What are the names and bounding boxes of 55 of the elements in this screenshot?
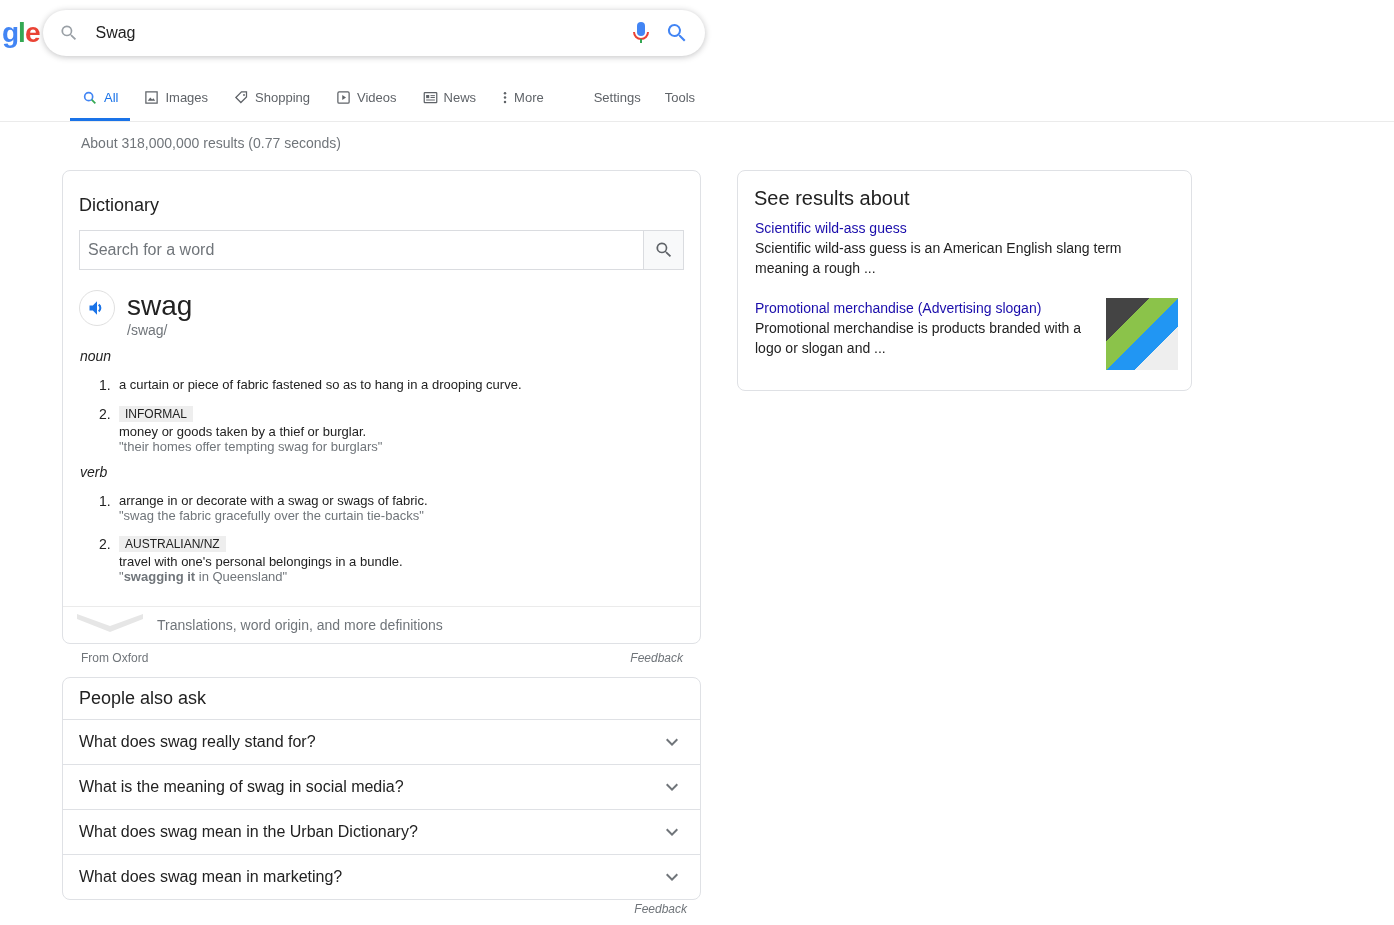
definition-text: money or goods taken by a thief or burglar. [119,424,367,439]
word-search-field[interactable]: Search for a word [79,230,643,270]
headword: swag [127,290,193,322]
question-item[interactable]: What does swag mean in marketing? [63,854,700,899]
question-item[interactable]: What is the meaning of swag in social media? [63,764,700,809]
logo[interactable]: gle [2,17,40,49]
question-item[interactable]: What does swag mean in the Urban Dictionary? [63,809,700,854]
search-tab[interactable]: News [410,74,489,121]
feedback-link[interactable]: Feedback [630,651,683,665]
definition-number: 2. [99,536,111,554]
usage-label: AUSTRALIAN/NZ [119,536,226,552]
search-tab[interactable]: Images [132,74,221,121]
result-link[interactable]: Scientific wild-ass guess [755,218,1178,238]
definition-number: 2. [99,406,111,424]
more-icon [502,90,509,105]
card-title: Dictionary [78,194,161,217]
tool-link[interactable]: Settings [581,90,653,105]
tool-link[interactable]: Tools [652,90,708,105]
part-of-speech: noun [79,347,113,364]
card-title: People also ask [78,687,208,710]
tag-icon [234,90,250,105]
search-tab[interactable]: More [490,74,556,121]
source-text: From Oxford [81,651,149,665]
result-stats: About 318,000,000 results (0.77 seconds) [80,134,342,151]
phonetic: /swag/ [127,322,169,338]
search-tab[interactable]: Shopping [222,74,323,121]
search-tab[interactable]: All [70,74,131,121]
definition-number: 1. [99,377,111,393]
definition-text: a curtain or piece of fabric fastened so as to hang in a drooping curve. [119,377,522,392]
newspaper-icon [422,90,438,105]
image-icon [144,90,160,105]
example-text: "swagging it in Queensland" [119,569,288,584]
search-field[interactable]: Swag [93,23,618,43]
search-tab[interactable]: Videos [324,74,409,121]
example-text: "swag the fabric gracefully over the curtain tie-backs" [119,508,424,523]
usage-label: INFORMAL [119,406,193,422]
search-icon [82,89,98,106]
definition-text: travel with one's personal belongings in a bundle. [119,554,403,569]
result-snippet: Scientific wild-ass guess is an American English slang term meaning a rough ... [755,239,1123,278]
result-link[interactable]: Promotional merchandise (Advertising slogan) [755,298,1094,318]
pronounce-button[interactable] [79,290,115,326]
card-title: See results about [753,186,911,211]
question-item[interactable]: What does swag really stand for? [63,719,700,764]
more-definitions-link[interactable]: Translations, word origin, and more definitions [157,617,443,633]
definition-number: 1. [99,493,111,511]
example-text: "their homes offer tempting swag for burglars" [119,439,383,454]
part-of-speech: verb [79,463,109,480]
search-button[interactable] [643,230,684,270]
photo-placeholder [1106,298,1178,370]
definition-text: arrange in or decorate with a swag or swags of fabric. [119,493,428,508]
microphone-icon[interactable] [631,21,652,45]
feedback-link[interactable]: Feedback [634,902,687,916]
result-snippet: Promotional merchandise is products branded with a logo or slogan and ... [755,319,1083,358]
play-icon [336,90,352,105]
search-icon [653,240,674,260]
